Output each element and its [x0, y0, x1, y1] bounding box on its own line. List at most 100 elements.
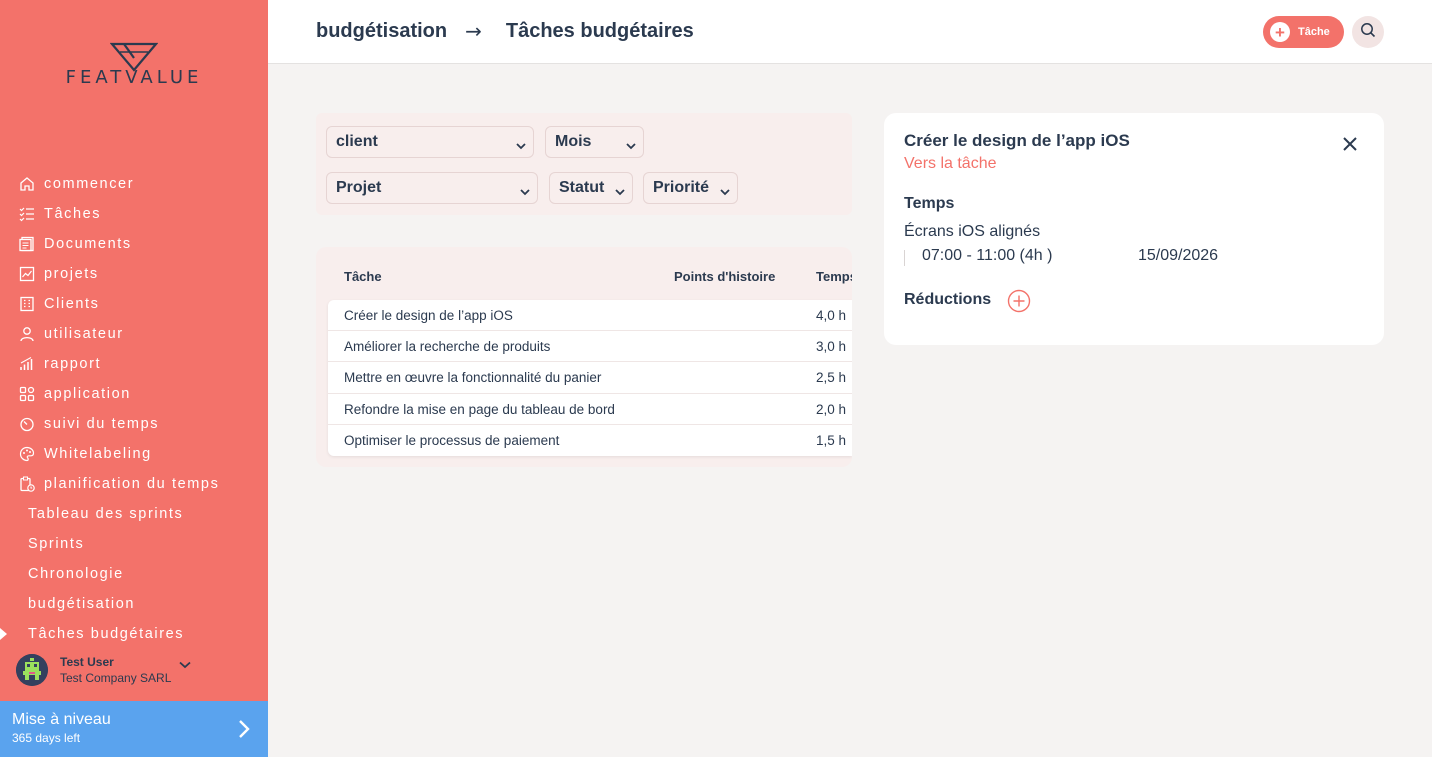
sidebar-item-chronologie[interactable]: Chronologie	[0, 559, 268, 589]
task-time: 4,0 h	[816, 308, 847, 323]
status-select-value: Statut	[559, 179, 605, 196]
breadcrumb-parent[interactable]: budgétisation	[316, 20, 447, 43]
avatar	[16, 654, 48, 686]
month-select-value: Mois	[555, 133, 592, 150]
sidebar-item-tableau-des-sprints[interactable]: Tableau des sprints	[0, 499, 268, 529]
task-name: Refondre la mise en page du tableau de b…	[344, 401, 615, 417]
sidebar-item-label: suivi du temps	[44, 416, 160, 432]
sidebar-item-planification-du-temps[interactable]: planification du temps	[0, 469, 268, 499]
go-to-task-link[interactable]: Vers la tâche	[904, 155, 997, 173]
task-time: 1,5 h	[816, 432, 847, 448]
user-company: Test Company SARL	[60, 671, 172, 685]
sidebar-item-documents[interactable]: Documents	[0, 229, 268, 259]
table-row[interactable]: Mettre en œuvre la fonctionnalité du pan…	[328, 362, 852, 394]
task-name: Mettre en œuvre la fonctionnalité du pan…	[344, 370, 602, 386]
sidebar-item-utilisateur[interactable]: utilisateur	[0, 319, 268, 349]
add-task-button[interactable]: + Tâche	[1263, 16, 1344, 48]
report-bars-icon	[18, 355, 36, 373]
sidebar-item-application[interactable]: application	[0, 379, 268, 409]
upgrade-days-left: 365 days left	[12, 731, 81, 745]
task-detail-panel: Créer le design de l’app iOS Vers la tâc…	[884, 113, 1384, 345]
sidebar-item-commencer[interactable]: commencer	[0, 169, 268, 199]
sidebar-item-label: application	[44, 386, 131, 402]
sidebar-nav: commencer Tâches Documents projets Clien…	[0, 169, 268, 649]
sidebar-item-label: Chronologie	[28, 566, 124, 582]
logo-text: FEATVALUE	[65, 67, 203, 88]
user-name: Test User	[60, 655, 114, 669]
task-name: Améliorer la recherche de produits	[344, 339, 551, 355]
add-task-label: Tâche	[1298, 26, 1330, 38]
chevron-right-icon	[238, 719, 250, 744]
sidebar-item-label: planification du temps	[44, 476, 220, 492]
plus-icon: +	[1270, 22, 1290, 42]
search-icon	[1360, 22, 1376, 43]
apps-grid-icon	[18, 385, 36, 403]
detail-title: Créer le design de l’app iOS	[904, 131, 1130, 150]
time-entry-title: Écrans iOS alignés	[904, 223, 1041, 240]
time-entry-divider	[904, 250, 905, 266]
search-button[interactable]	[1352, 16, 1384, 48]
column-header-story-points[interactable]: Points d'histoire	[674, 269, 775, 284]
month-select[interactable]: Mois	[545, 126, 644, 158]
column-header-task[interactable]: Tâche	[344, 269, 382, 284]
add-reduction-plus-icon[interactable]	[1007, 289, 1031, 313]
sidebar: FEATVALUE commencer Tâches Documents pro…	[0, 0, 268, 757]
sidebar-item-sprints[interactable]: Sprints	[0, 529, 268, 559]
timer-icon	[18, 415, 36, 433]
sidebar-item-suivi-du-temps[interactable]: suivi du temps	[0, 409, 268, 439]
chevron-down-icon[interactable]	[179, 656, 191, 674]
featvalue-logo[interactable]: FEATVALUE	[48, 40, 220, 90]
sidebar-item-budgetisation[interactable]: budgétisation	[0, 589, 268, 619]
chevron-down-icon	[516, 137, 526, 155]
table-row[interactable]: Optimiser le processus de paiement 1,5 h	[328, 425, 852, 456]
sidebar-item-label: Whitelabeling	[44, 446, 152, 462]
reductions-heading: Réductions	[904, 291, 992, 308]
task-time: 2,5 h	[816, 370, 847, 386]
palette-icon	[18, 445, 36, 463]
top-header: budgétisation → Tâches budgétaires + Tâc…	[268, 0, 1432, 64]
chevron-down-icon	[520, 183, 530, 201]
page-title: Tâches budgétaires	[505, 19, 694, 42]
status-select[interactable]: Statut	[549, 172, 633, 204]
tasks-list-icon	[18, 205, 36, 223]
user-info: Test User Test Company SARL	[60, 654, 171, 686]
task-name: Optimiser le processus de paiement	[344, 432, 560, 448]
close-icon[interactable]	[1342, 136, 1358, 157]
chevron-down-icon	[615, 183, 625, 201]
table-row[interactable]: Créer le design de l’app iOS 4,0 h	[328, 300, 852, 332]
sidebar-item-clients[interactable]: Clients	[0, 289, 268, 319]
user-icon	[18, 325, 36, 343]
user-menu[interactable]: Test User Test Company SARL	[16, 652, 256, 688]
sidebar-item-label: rapport	[44, 356, 102, 372]
table-row[interactable]: Améliorer la recherche de produits 3,0 h	[328, 331, 852, 363]
client-select[interactable]: client	[326, 126, 534, 158]
project-select[interactable]: Projet	[326, 172, 538, 204]
home-icon	[18, 175, 36, 193]
project-select-value: Projet	[336, 179, 382, 196]
sidebar-item-projets[interactable]: projets	[0, 259, 268, 289]
projects-chart-icon	[18, 265, 36, 283]
documents-icon	[18, 235, 36, 253]
sidebar-item-label: projets	[44, 266, 99, 282]
task-name: Créer le design de l’app iOS	[344, 308, 513, 323]
chevron-down-icon	[626, 137, 636, 155]
sidebar-item-label: Sprints	[28, 536, 85, 552]
sidebar-item-rapport[interactable]: rapport	[0, 349, 268, 379]
time-section-heading: Temps	[904, 195, 955, 212]
sidebar-item-label: Clients	[44, 296, 100, 312]
budget-tasks-table: Tâche Points d'histoire Temps Créer le d…	[316, 247, 852, 467]
filter-panel: client Mois Projet Statut Priorité	[316, 113, 852, 215]
upgrade-banner[interactable]: Mise à niveau 365 days left	[0, 701, 268, 757]
table-row[interactable]: Refondre la mise en page du tableau de b…	[328, 394, 852, 425]
sidebar-item-whitelabeling[interactable]: Whitelabeling	[0, 439, 268, 469]
time-entry-range: 07:00 - 11:00 (4h )	[922, 247, 1053, 264]
sidebar-item-taches-budgetaires[interactable]: Tâches budgétaires	[0, 619, 268, 649]
sidebar-item-taches[interactable]: Tâches	[0, 199, 268, 229]
arrow-right-icon: →	[465, 19, 482, 43]
priority-select[interactable]: Priorité	[643, 172, 738, 204]
column-header-time[interactable]: Temps	[816, 269, 852, 284]
client-select-value: client	[336, 133, 378, 150]
sidebar-item-label: Tâches budgétaires	[28, 626, 185, 642]
sidebar-item-label: Tâches	[44, 206, 102, 222]
time-entry-date: 15/09/2026	[1138, 247, 1219, 264]
